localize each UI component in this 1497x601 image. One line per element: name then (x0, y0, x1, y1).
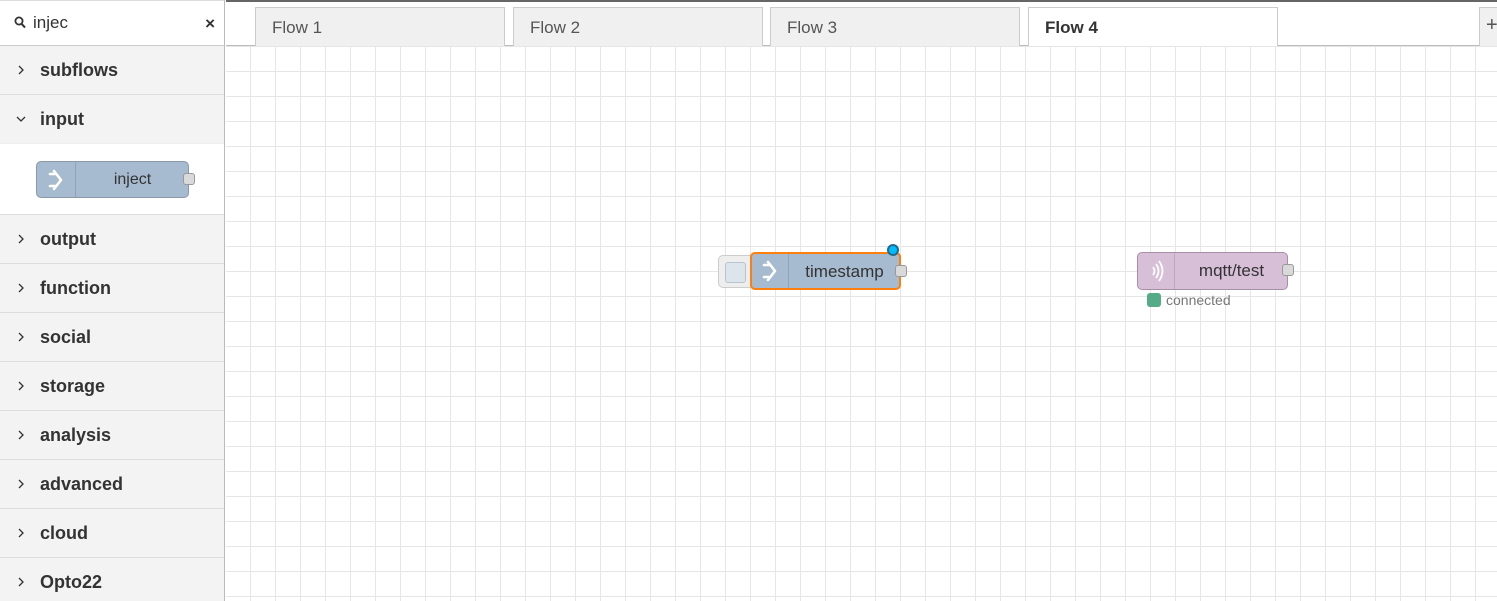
chevron-down-icon (16, 114, 26, 124)
palette-search-input[interactable] (33, 13, 193, 33)
node-label: timestamp (805, 262, 884, 281)
chevron-right-icon (16, 234, 26, 244)
node-mqtt-test[interactable]: mqtt/test (1137, 252, 1294, 290)
category-function: function (0, 264, 224, 313)
output-port[interactable] (1282, 264, 1294, 276)
node-status: connected (1147, 292, 1231, 308)
tab-flow-3[interactable]: Flow 3 (770, 7, 1020, 47)
category-header-function[interactable]: function (0, 264, 224, 312)
palette-node-label: inject (113, 171, 152, 188)
status-indicator-icon (1147, 293, 1161, 307)
category-header-cloud[interactable]: cloud (0, 509, 224, 557)
category-header-storage[interactable]: storage (0, 362, 224, 410)
inject-trigger-button[interactable] (718, 255, 751, 288)
chevron-right-icon (16, 430, 26, 440)
status-text: connected (1166, 292, 1231, 308)
category-body-input: inject (0, 143, 224, 214)
category-advanced: advanced (0, 460, 224, 509)
tab-flow-1[interactable]: Flow 1 (255, 7, 505, 47)
category-label: analysis (40, 424, 112, 445)
category-label: social (40, 326, 92, 347)
category-label: subflows (40, 59, 119, 80)
category-label: input (40, 108, 84, 129)
category-label: cloud (40, 522, 88, 543)
category-label: function (40, 277, 111, 298)
flow-workspace[interactable]: timestamp mqtt/test connected (226, 46, 1497, 601)
clear-search-icon[interactable]: × (205, 14, 215, 34)
tab-flow-4[interactable]: Flow 4 (1028, 7, 1278, 49)
category-header-opto22[interactable]: Opto22 (0, 558, 224, 601)
category-social: social (0, 313, 224, 362)
category-label: storage (40, 375, 106, 396)
chevron-right-icon (16, 332, 26, 342)
node-timestamp[interactable]: timestamp (750, 252, 907, 290)
category-output: output (0, 215, 224, 264)
category-cloud: cloud (0, 509, 224, 558)
inject-arrow-icon (752, 254, 789, 288)
category-input: input inject (0, 95, 224, 215)
category-header-output[interactable]: output (0, 215, 224, 263)
tab-flow-2[interactable]: Flow 2 (513, 7, 763, 47)
mqtt-wave-icon (1138, 253, 1175, 289)
category-opto22: Opto22 (0, 558, 224, 601)
category-header-subflows[interactable]: subflows (0, 46, 224, 94)
chevron-right-icon (16, 528, 26, 538)
chevron-right-icon (16, 381, 26, 391)
workspace-tab-bar: Flow 1 Flow 2 Flow 3 Flow 4 + (226, 0, 1497, 49)
inject-trigger-square (725, 262, 746, 283)
search-icon (14, 16, 28, 30)
category-label: Opto22 (40, 571, 103, 592)
category-subflows: subflows (0, 46, 224, 95)
chevron-right-icon (16, 577, 26, 587)
chevron-right-icon (16, 65, 26, 75)
output-port (183, 173, 195, 185)
category-analysis: analysis (0, 411, 224, 460)
changed-indicator (887, 244, 899, 256)
palette-sidebar: × subflows input inject output (0, 0, 225, 601)
category-header-advanced[interactable]: advanced (0, 460, 224, 508)
palette-node-inject[interactable]: inject (36, 161, 195, 198)
category-header-analysis[interactable]: analysis (0, 411, 224, 459)
category-label: output (40, 228, 96, 249)
category-storage: storage (0, 362, 224, 411)
palette-search-bar: × (0, 0, 224, 46)
category-header-social[interactable]: social (0, 313, 224, 361)
output-port[interactable] (895, 265, 907, 277)
chevron-right-icon (16, 283, 26, 293)
add-tab-button[interactable]: + (1479, 7, 1497, 47)
category-header-input[interactable]: input (0, 95, 224, 143)
inject-arrow-icon (37, 162, 76, 197)
chevron-right-icon (16, 479, 26, 489)
node-label: mqtt/test (1198, 261, 1265, 280)
category-label: advanced (40, 473, 124, 494)
